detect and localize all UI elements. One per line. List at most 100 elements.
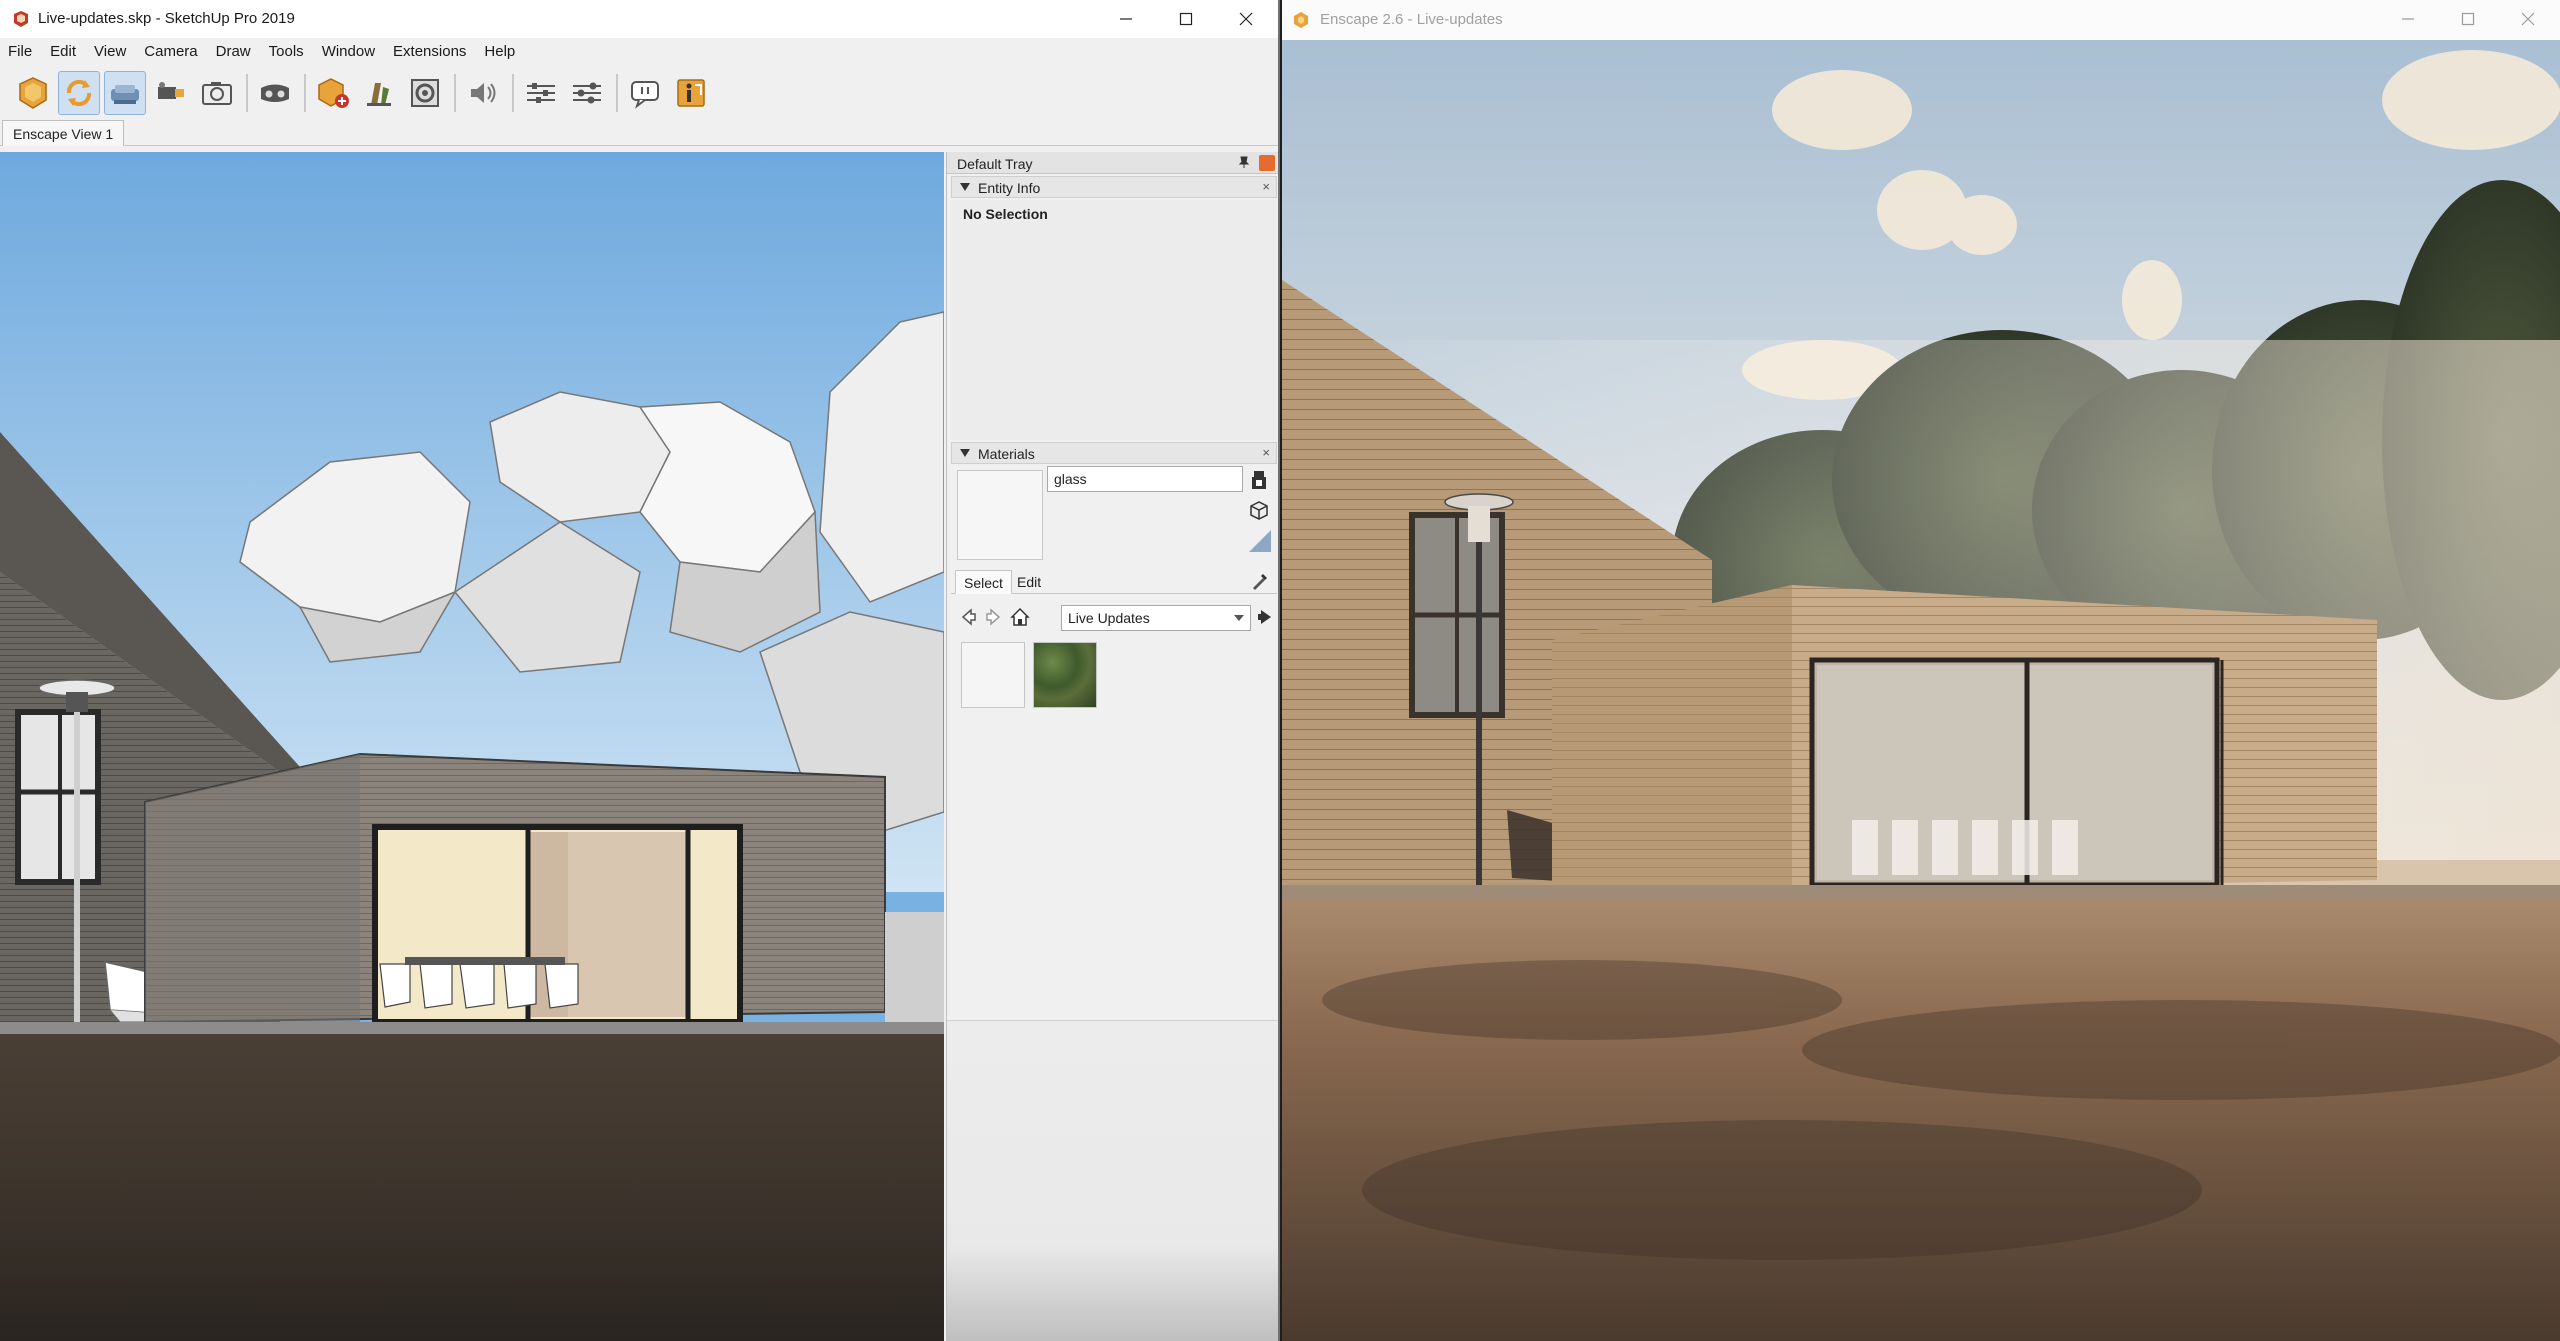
live-update-button[interactable]	[58, 71, 100, 115]
enscape-start-button[interactable]	[12, 71, 54, 115]
settings-button[interactable]	[520, 71, 562, 115]
menu-camera[interactable]: Camera	[144, 40, 197, 64]
video-editor-button[interactable]	[150, 71, 192, 115]
default-material-icon[interactable]	[1247, 528, 1273, 554]
batch-render-icon	[411, 79, 439, 107]
minimize-icon	[1120, 18, 1132, 20]
selection-status: No Selection	[963, 206, 1048, 222]
vr-headset-icon	[261, 84, 289, 102]
create-material-icon[interactable]	[1247, 498, 1271, 522]
batch-render-button[interactable]	[404, 71, 446, 115]
minimize-icon	[2402, 18, 2414, 20]
asset-library-button[interactable]	[358, 71, 400, 115]
toolbar-separator	[454, 74, 456, 112]
about-button[interactable]	[670, 71, 712, 115]
create-asset-button[interactable]	[312, 71, 354, 115]
toolbar-separator	[616, 74, 618, 112]
sketchup-window: Live-updates.skp - SketchUp Pro 2019 Fil…	[0, 0, 1280, 1341]
video-editor-icon	[158, 82, 184, 99]
visual-settings-button[interactable]	[566, 71, 608, 115]
chevron-down-icon	[1234, 615, 1244, 621]
entity-info-body: No Selection	[951, 200, 1277, 440]
enscape-titlebar: Enscape 2.6 - Live-updates	[1282, 0, 2560, 40]
close-icon	[1239, 12, 1253, 26]
toolbar-separator	[304, 74, 306, 112]
default-tray: Default Tray Entity Info × No Selection …	[946, 152, 1278, 1341]
menu-extensions[interactable]: Extensions	[393, 40, 466, 64]
maximize-button[interactable]	[1156, 0, 1216, 38]
feedback-icon	[631, 81, 659, 109]
close-icon	[2521, 12, 2535, 26]
visual-settings-icon	[573, 82, 601, 104]
details-arrow-icon[interactable]	[1255, 606, 1277, 628]
sync-views-button[interactable]	[104, 71, 146, 115]
settings-icon	[527, 83, 555, 103]
sync-views-icon	[111, 85, 139, 104]
menu-tools[interactable]: Tools	[269, 40, 304, 64]
tab-select[interactable]: Select	[955, 570, 1012, 594]
feedback-button[interactable]	[624, 71, 666, 115]
scene-tabs: Enscape View 1	[0, 120, 1278, 146]
enscape-window: Enscape 2.6 - Live-updates	[1282, 0, 2560, 1341]
screenshot-button[interactable]	[196, 71, 238, 115]
audio-button[interactable]	[462, 71, 504, 115]
material-collection-select[interactable]: Live Updates	[1061, 605, 1251, 631]
about-icon	[677, 79, 705, 107]
live-update-icon	[66, 79, 92, 107]
vr-headset-button[interactable]	[254, 71, 296, 115]
audio-icon	[471, 83, 496, 103]
pin-icon[interactable]	[1237, 155, 1251, 169]
menu-help[interactable]: Help	[484, 40, 515, 64]
sketchup-scene	[0, 152, 944, 1341]
sample-paint-icon[interactable]	[1249, 570, 1271, 592]
enscape-maximize-button[interactable]	[2438, 0, 2498, 38]
menu-window[interactable]: Window	[322, 40, 375, 64]
create-asset-icon	[318, 78, 349, 108]
close-button[interactable]	[1216, 0, 1276, 38]
forward-arrow-icon[interactable]	[983, 606, 1005, 628]
entity-info-label: Entity Info	[978, 180, 1041, 196]
menu-view[interactable]: View	[94, 40, 126, 64]
material-swatch-grass[interactable]	[1033, 642, 1097, 708]
tab-edit[interactable]: Edit	[1009, 570, 1049, 594]
collapse-triangle-icon	[960, 183, 970, 191]
tray-title-bar: Default Tray	[947, 152, 1278, 174]
tray-title: Default Tray	[957, 156, 1033, 172]
menu-bar: File Edit View Camera Draw Tools Window …	[0, 40, 1278, 64]
materials-navigation: Live Updates	[951, 600, 1277, 634]
enscape-window-title: Enscape 2.6 - Live-updates	[1320, 11, 1503, 28]
window-title: Live-updates.skp - SketchUp Pro 2019	[38, 10, 295, 27]
minimize-button[interactable]	[1096, 0, 1156, 38]
menu-file[interactable]: File	[8, 40, 32, 64]
home-icon[interactable]	[1009, 606, 1031, 628]
enscape-rendered-scene	[1282, 40, 2560, 1341]
materials-grid	[961, 642, 1278, 722]
tray-close-button[interactable]	[1259, 155, 1275, 171]
sketchup-app-icon	[14, 11, 28, 27]
enscape-app-icon	[1294, 12, 1308, 28]
enscape-close-button[interactable]	[2498, 0, 2558, 38]
enscape-minimize-button[interactable]	[2378, 0, 2438, 38]
maximize-icon	[1179, 12, 1193, 26]
panel-close-icon[interactable]: ×	[1262, 445, 1270, 460]
asset-library-icon	[367, 83, 391, 106]
material-collection-value: Live Updates	[1068, 610, 1150, 626]
toolbar-separator	[246, 74, 248, 112]
scene-tab-enscape-view-1[interactable]: Enscape View 1	[2, 120, 125, 146]
panel-close-icon[interactable]: ×	[1262, 179, 1270, 194]
sketchup-viewport[interactable]	[0, 152, 944, 1341]
tray-empty-area	[947, 1020, 1278, 1341]
menu-edit[interactable]: Edit	[50, 40, 76, 64]
enscape-render-view[interactable]	[1282, 40, 2560, 1341]
entity-info-header[interactable]: Entity Info ×	[951, 176, 1277, 198]
material-name-field[interactable]: glass	[1047, 466, 1243, 492]
back-arrow-icon[interactable]	[957, 606, 979, 628]
materials-tabs: Select Edit	[951, 568, 1277, 594]
material-preview	[957, 470, 1043, 560]
material-swatch-glass[interactable]	[961, 642, 1025, 708]
display-secondary-sampler-icon[interactable]	[1247, 468, 1271, 492]
toolbar-separator	[512, 74, 514, 112]
enscape-toolbar	[12, 68, 716, 118]
materials-header[interactable]: Materials ×	[951, 442, 1277, 464]
menu-draw[interactable]: Draw	[216, 40, 251, 64]
